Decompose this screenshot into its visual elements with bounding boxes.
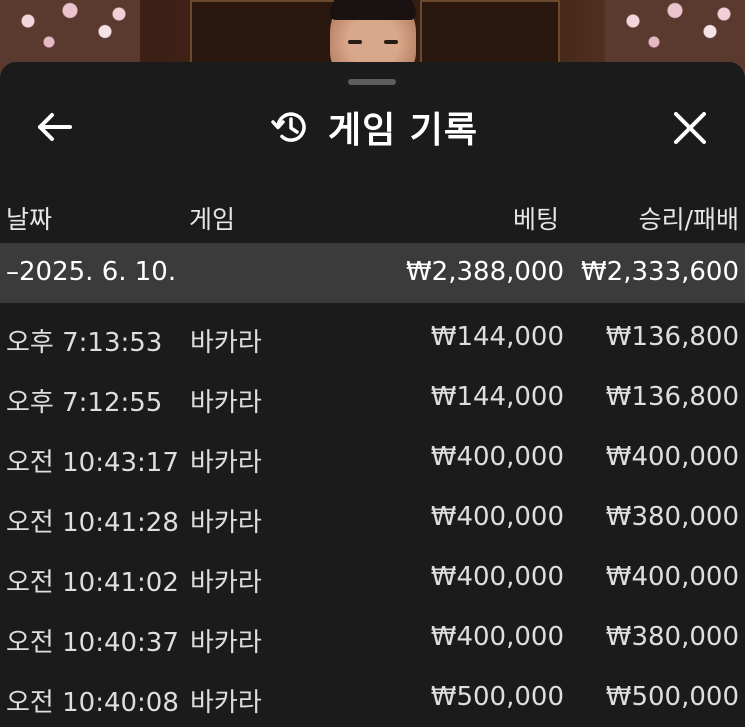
row-bet: ₩400,000: [430, 562, 564, 592]
column-header-bet: 베팅: [512, 205, 559, 234]
date-group-row[interactable]: –2025. 6. 10. ₩2,388,000 ₩2,333,600: [0, 243, 745, 303]
row-game: 바카라: [190, 628, 262, 658]
row-game: 바카라: [190, 508, 262, 538]
row-time: 오전 10:40:08: [6, 688, 179, 718]
history-row[interactable]: 오전 10:43:17 바카라 ₩400,000 ₩400,000: [0, 430, 745, 490]
sheet-header: 게임 기록: [0, 92, 745, 162]
column-header-win-loss: 승리/패배: [638, 205, 739, 234]
dealer-eye: [348, 40, 362, 44]
history-row[interactable]: 오전 10:41:28 바카라 ₩400,000 ₩380,000: [0, 490, 745, 550]
arrow-left-icon: [38, 113, 72, 141]
history-row[interactable]: 오전 10:40:37 바카라 ₩400,000 ₩380,000: [0, 610, 745, 670]
cherry-blossom-decoration: [605, 0, 745, 70]
row-game: 바카라: [190, 388, 262, 418]
row-bet: ₩400,000: [430, 622, 564, 652]
row-win: ₩136,800: [605, 382, 739, 412]
background-panel: [190, 0, 340, 70]
back-button[interactable]: [34, 106, 76, 148]
row-game: 바카라: [190, 688, 262, 718]
row-win: ₩500,000: [605, 682, 739, 712]
row-bet: ₩144,000: [430, 322, 564, 352]
close-icon: [674, 112, 706, 144]
row-game: 바카라: [190, 448, 262, 478]
row-bet: ₩500,000: [430, 682, 564, 712]
row-time: 오후 7:12:55: [6, 388, 163, 418]
dealer-hair: [330, 0, 416, 20]
history-row[interactable]: 오전 10:40:08 바카라 ₩500,000 ₩500,000: [0, 670, 745, 727]
group-bet-total: ₩2,388,000: [405, 257, 564, 287]
row-win: ₩400,000: [605, 562, 739, 592]
history-row[interactable]: 오후 7:12:55 바카라 ₩144,000 ₩136,800: [0, 370, 745, 430]
page-title: 게임 기록: [328, 110, 479, 151]
column-header-date: 날짜: [6, 205, 53, 234]
background-panel: [420, 0, 560, 70]
row-time: 오전 10:41:02: [6, 568, 179, 598]
drag-handle[interactable]: [348, 79, 396, 85]
row-time: 오후 7:13:53: [6, 328, 163, 358]
history-icon: [271, 112, 306, 142]
screen: 게임 기록 날짜 게임 베팅 승리/패배 –2025. 6. 10. ₩2,38…: [0, 0, 745, 727]
row-win: ₩380,000: [605, 502, 739, 532]
row-win: ₩380,000: [605, 622, 739, 652]
history-list: 오후 7:13:53 바카라 ₩144,000 ₩136,800 오후 7:12…: [0, 310, 745, 727]
row-bet: ₩400,000: [430, 442, 564, 472]
history-row[interactable]: 오후 7:13:53 바카라 ₩144,000 ₩136,800: [0, 310, 745, 370]
column-header-game: 게임: [189, 205, 236, 234]
game-history-sheet: 게임 기록 날짜 게임 베팅 승리/패배 –2025. 6. 10. ₩2,38…: [0, 62, 745, 727]
dealer-eye: [384, 40, 398, 44]
row-time: 오전 10:41:28: [6, 508, 179, 538]
row-win: ₩136,800: [605, 322, 739, 352]
close-button[interactable]: [668, 106, 712, 150]
row-time: 오전 10:43:17: [6, 448, 179, 478]
row-bet: ₩400,000: [430, 502, 564, 532]
title-group: 게임 기록: [270, 100, 478, 154]
row-game: 바카라: [190, 328, 262, 358]
group-date: –2025. 6. 10.: [6, 257, 177, 287]
row-win: ₩400,000: [605, 442, 739, 472]
row-bet: ₩144,000: [430, 382, 564, 412]
cherry-blossom-decoration: [0, 0, 140, 70]
row-time: 오전 10:40:37: [6, 628, 179, 658]
row-game: 바카라: [190, 568, 262, 598]
history-row[interactable]: 오전 10:41:02 바카라 ₩400,000 ₩400,000: [0, 550, 745, 610]
group-win-total: ₩2,333,600: [580, 257, 739, 287]
